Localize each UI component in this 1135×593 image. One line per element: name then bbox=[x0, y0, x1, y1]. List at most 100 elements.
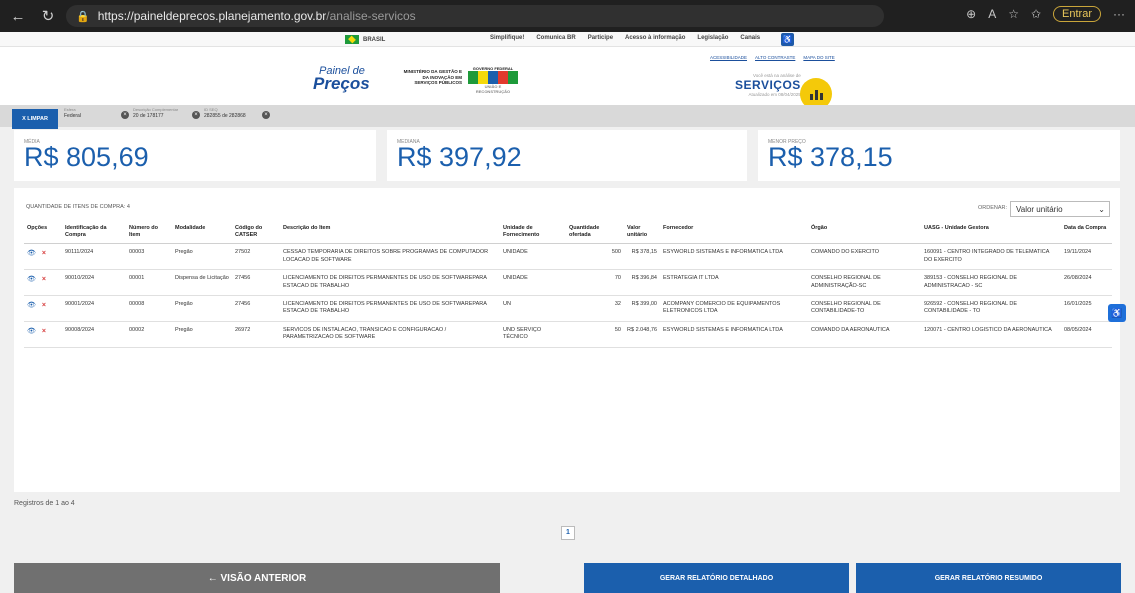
cell-data: 19/11/2024 bbox=[1061, 243, 1112, 271]
page-1-button[interactable]: 1 bbox=[561, 526, 575, 540]
accessibility-float-icon[interactable]: ♿ bbox=[1108, 304, 1126, 322]
governo-federal-logo: GOVERNO FEDERAL UNIÃO E RECONSTRUÇÃO bbox=[468, 66, 518, 94]
cell-modalidade: Pregão bbox=[172, 295, 232, 322]
link-mapa-site[interactable]: MAPA DO SITE bbox=[803, 55, 834, 60]
view-eye-icon[interactable]: 👁 bbox=[27, 302, 36, 309]
row-options: 👁 × bbox=[24, 295, 62, 322]
menor-value: R$ 378,15 bbox=[768, 142, 893, 172]
ministerio-logo: MINISTÉRIO DA GESTÃO E DA INOVAÇÃO EM SE… bbox=[403, 69, 462, 86]
cell-data: 16/01/2025 bbox=[1061, 295, 1112, 322]
registros-text: Registros de 1 ao 4 bbox=[14, 500, 75, 507]
gov-link-comunica[interactable]: Comunica BR bbox=[536, 35, 575, 41]
filter-bar: X LIMPAR Esfera Federal × Descrição Comp… bbox=[0, 105, 1135, 129]
favorites-icon[interactable]: ✩ bbox=[1031, 7, 1041, 21]
cell-fornecedor: ESYWORLD SISTEMAS E INFORMATICA LTDA bbox=[660, 321, 808, 348]
cell-data: 26/08/2024 bbox=[1061, 269, 1112, 296]
remove-x-icon[interactable]: × bbox=[42, 302, 46, 309]
results-table: Opções Identificação da Compra Número do… bbox=[24, 221, 1112, 348]
signin-button[interactable]: Entrar bbox=[1053, 6, 1101, 22]
cell-compra: 90008/2024 bbox=[62, 321, 126, 348]
cell-item: 00001 bbox=[126, 269, 172, 296]
cell-unidade: UN bbox=[500, 295, 566, 322]
cell-unidade: UNIDADE bbox=[500, 243, 566, 271]
top-links: ACESSIBILIDADE ALTO CONTRASTE MAPA DO SI… bbox=[710, 55, 835, 60]
col-compra[interactable]: Identificação da Compra bbox=[62, 221, 126, 245]
zoom-icon[interactable]: ⊕ bbox=[966, 7, 976, 21]
col-unidade[interactable]: Unidade de Fornecimento bbox=[500, 221, 566, 245]
cell-orgao: COMANDO DA AERONAUTICA bbox=[808, 321, 921, 348]
remove-x-icon[interactable]: × bbox=[42, 328, 46, 335]
remove-filter-icon[interactable]: × bbox=[121, 111, 129, 119]
link-alto-contraste[interactable]: ALTO CONTRASTE bbox=[755, 55, 795, 60]
mediana-card: MEDIANA R$ 397,92 bbox=[387, 130, 747, 181]
remove-x-icon[interactable]: × bbox=[42, 276, 46, 283]
gov-link-acesso[interactable]: Acesso à informação bbox=[625, 35, 685, 41]
col-valor[interactable]: Valor unitário bbox=[624, 221, 660, 245]
col-catser[interactable]: Código do CATSER bbox=[232, 221, 280, 245]
browser-toolbar: ← ↻ 🔒 https://paineldeprecos.planejament… bbox=[0, 0, 1135, 32]
view-eye-icon[interactable]: 👁 bbox=[27, 328, 36, 335]
col-uasg[interactable]: UASG - Unidade Gestora bbox=[921, 221, 1061, 245]
visao-anterior-button[interactable]: ← VISÃO ANTERIOR bbox=[14, 563, 500, 593]
quantidade-itens: QUANTIDADE DE ITENS DE COMPRA: 4 bbox=[26, 204, 130, 210]
col-descricao[interactable]: Descrição do Item bbox=[280, 221, 500, 245]
url-path: /analise-servicos bbox=[326, 9, 416, 23]
gov-link-legislacao[interactable]: Legislação bbox=[697, 35, 728, 41]
cell-catser: 27456 bbox=[232, 269, 280, 296]
gov-link-canais[interactable]: Canais bbox=[740, 35, 760, 41]
cell-quantidade: 50 bbox=[566, 321, 624, 348]
reload-icon[interactable]: ↻ bbox=[36, 7, 60, 25]
cell-fornecedor: ESTRATEGIA IT LTDA bbox=[660, 269, 808, 296]
col-modalidade[interactable]: Modalidade bbox=[172, 221, 232, 245]
view-eye-icon[interactable]: 👁 bbox=[27, 250, 36, 257]
cell-uasg: 926592 - CONSELHO REGIONAL DE CONTABILID… bbox=[921, 295, 1061, 322]
relatorio-resumido-button[interactable]: GERAR RELATÓRIO RESUMIDO bbox=[856, 563, 1121, 593]
col-data[interactable]: Data da Compra bbox=[1061, 221, 1112, 245]
more-icon[interactable]: ··· bbox=[1113, 7, 1125, 21]
col-opcoes: Opções bbox=[24, 221, 62, 245]
logo-big-text: Preços bbox=[313, 74, 370, 93]
accessibility-icon[interactable]: ♿ bbox=[781, 33, 794, 46]
filter-chip-descricao: Descrição Complementar 20 de 178177 bbox=[133, 107, 178, 119]
col-fornecedor[interactable]: Fornecedor bbox=[660, 221, 808, 245]
table-row: 👁 × 90008/2024 00002 Pregão 26972 SERVICO… bbox=[24, 321, 1112, 348]
cell-orgao: CONSELHO REGIONAL DE ADMINISTRAÇÃO-SC bbox=[808, 269, 921, 296]
view-eye-icon[interactable]: 👁 bbox=[27, 276, 36, 283]
remove-x-icon[interactable]: × bbox=[42, 250, 46, 257]
remove-filter-icon[interactable]: × bbox=[192, 111, 200, 119]
row-options: 👁 × bbox=[24, 243, 62, 271]
brazil-flag-icon bbox=[345, 35, 359, 44]
browser-actions: ⊕ A ☆ ✩ Entrar ··· bbox=[966, 6, 1125, 22]
relatorio-detalhado-button[interactable]: GERAR RELATÓRIO DETALHADO bbox=[584, 563, 849, 593]
gov-link-simplifique[interactable]: Simplifique! bbox=[490, 35, 524, 41]
cell-fornecedor: ACOMPANY COMERCIO DE EQUIPAMENTOS ELETRO… bbox=[660, 295, 808, 322]
read-aloud-icon[interactable]: A bbox=[988, 7, 996, 21]
table-row: 👁 × 90111/2024 00003 Pregão 27502 CESSAO … bbox=[24, 243, 1112, 271]
cell-valor: R$ 396,84 bbox=[624, 269, 660, 296]
cell-catser: 27456 bbox=[232, 295, 280, 322]
cell-orgao: CONSELHO REGIONAL DE CONTABILIDADE-TO bbox=[808, 295, 921, 322]
back-icon[interactable]: ← bbox=[6, 8, 30, 25]
gov-link-participe[interactable]: Participe bbox=[588, 35, 613, 41]
gov-brasil-link[interactable]: BRASIL bbox=[345, 35, 385, 44]
address-bar[interactable]: 🔒 https://paineldeprecos.planejamento.go… bbox=[66, 5, 884, 27]
col-orgao[interactable]: Órgão bbox=[808, 221, 921, 245]
col-item[interactable]: Número do Item bbox=[126, 221, 172, 245]
chevron-down-icon: ⌄ bbox=[1098, 204, 1105, 214]
remove-filter-icon[interactable]: × bbox=[262, 111, 270, 119]
col-quantidade[interactable]: Quantidade ofertada bbox=[566, 221, 624, 245]
cell-item: 00002 bbox=[126, 321, 172, 348]
cell-uasg: 160091 - CENTRO INTEGRADO DE TELEMATICA … bbox=[921, 243, 1061, 271]
cell-catser: 27502 bbox=[232, 243, 280, 271]
cell-uasg: 120071 - CENTRO LOGISTICO DA AERONAUTICA bbox=[921, 321, 1061, 348]
brasil-wordmark bbox=[468, 71, 518, 84]
cell-descricao: LICENCIAMENTO DE DIREITOS PERMANENTES DE… bbox=[280, 269, 500, 296]
link-acessibilidade[interactable]: ACESSIBILIDADE bbox=[710, 55, 747, 60]
limpar-button[interactable]: X LIMPAR bbox=[12, 109, 58, 129]
ordenar-select[interactable]: Valor unitário ⌄ bbox=[1010, 201, 1110, 217]
painel-de-precos-logo[interactable]: Painel de Preços bbox=[313, 65, 370, 94]
cell-compra: 90010/2024 bbox=[62, 269, 126, 296]
cell-item: 00008 bbox=[126, 295, 172, 322]
chip-value: Federal bbox=[64, 112, 81, 119]
favorite-star-icon[interactable]: ☆ bbox=[1008, 7, 1019, 21]
